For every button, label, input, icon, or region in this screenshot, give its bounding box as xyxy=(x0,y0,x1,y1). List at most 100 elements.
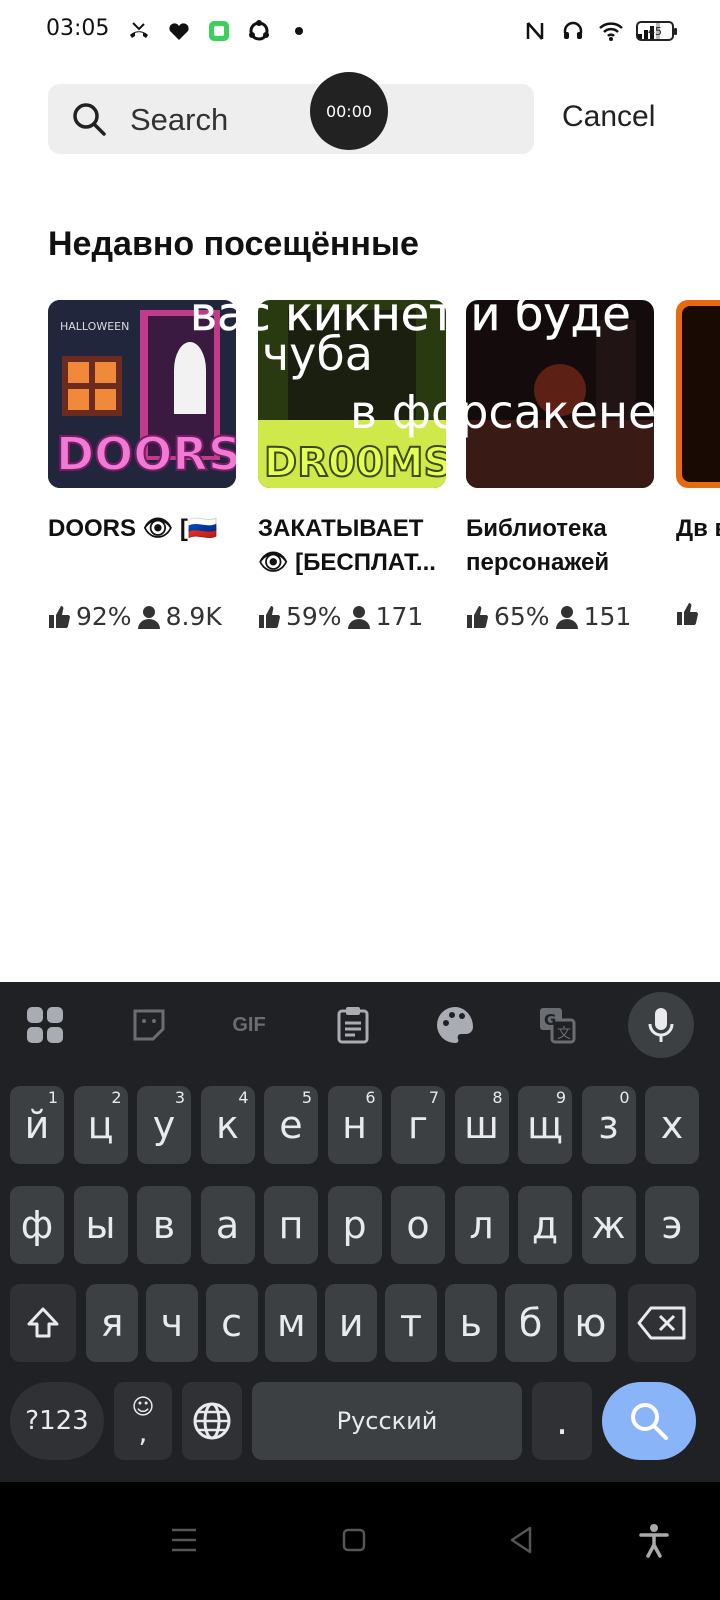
space-key[interactable]: Русский xyxy=(252,1382,522,1460)
key-ю[interactable]: ю xyxy=(564,1284,617,1362)
recording-timer[interactable]: 00:00 xyxy=(310,72,388,150)
symbols-key[interactable]: ?123 xyxy=(10,1382,104,1460)
key-label: х xyxy=(660,1103,684,1147)
key-label: с xyxy=(221,1301,243,1345)
key-г[interactable]: г7 xyxy=(391,1086,445,1164)
key-number-hint: 2 xyxy=(111,1088,122,1107)
player-count: 151 xyxy=(583,602,632,631)
sync-icon xyxy=(246,18,272,44)
battery-icon: 45 xyxy=(636,21,677,41)
key-number-hint: 8 xyxy=(492,1088,503,1107)
menu-icon[interactable] xyxy=(166,1522,202,1558)
voice-input-button[interactable] xyxy=(628,992,694,1058)
keyboard: GIF G文 ?123 ☺ , Русский . й1ц2у3к4е5н6г7… xyxy=(0,982,720,1482)
thumb-subtitle: HALLOWEEN xyxy=(60,320,129,333)
key-label: л xyxy=(469,1203,494,1247)
key-й[interactable]: й1 xyxy=(10,1086,64,1164)
sticker-icon[interactable] xyxy=(128,1004,170,1046)
key-ч[interactable]: ч xyxy=(145,1284,198,1362)
experience-card-dreams[interactable]: DR00MS ЗАКАТЫВАЕТ 👁 [БЕСПЛАТ... 59% 171 xyxy=(258,300,446,631)
key-label: щ xyxy=(527,1103,563,1147)
home-icon[interactable] xyxy=(336,1522,372,1558)
key-ы[interactable]: ы xyxy=(73,1186,128,1264)
key-ж[interactable]: ж xyxy=(581,1186,636,1264)
notification-icons xyxy=(126,18,312,44)
key-ш[interactable]: ш8 xyxy=(454,1086,509,1164)
shift-key[interactable] xyxy=(10,1284,76,1362)
key-щ[interactable]: щ9 xyxy=(518,1086,572,1164)
navigation-bar xyxy=(0,1482,720,1600)
key-т[interactable]: т xyxy=(385,1284,437,1362)
key-label: й xyxy=(24,1103,50,1147)
experience-card-doors[interactable]: HALLOWEEN DOORS DOORS 👁 [🇷🇺 92% 8.9K xyxy=(48,300,236,631)
app-icon xyxy=(206,18,232,44)
clipboard-icon[interactable] xyxy=(332,1004,374,1046)
accessibility-icon[interactable] xyxy=(636,1522,672,1558)
key-в[interactable]: в xyxy=(137,1186,191,1264)
key-я[interactable]: я xyxy=(86,1284,138,1362)
key-э[interactable]: э xyxy=(645,1186,699,1264)
experience-card-library[interactable]: Библиотека персонажей 65% 151 xyxy=(466,300,654,631)
keyboard-toolbar: GIF G文 xyxy=(0,982,720,1068)
translate-icon[interactable]: G文 xyxy=(536,1004,578,1046)
search-icon xyxy=(631,1403,668,1440)
key-number-hint: 1 xyxy=(47,1088,58,1107)
emoji-comma-key[interactable]: ☺ , xyxy=(114,1382,172,1460)
key-з[interactable]: з0 xyxy=(581,1086,636,1164)
key-ф[interactable]: ф xyxy=(10,1186,64,1264)
key-к[interactable]: к4 xyxy=(200,1086,255,1164)
key-р[interactable]: р xyxy=(327,1186,382,1264)
key-а[interactable]: а xyxy=(200,1186,255,1264)
back-icon[interactable] xyxy=(504,1522,540,1558)
key-label: к xyxy=(216,1103,239,1147)
experience-thumbnail xyxy=(676,300,720,488)
heart-icon xyxy=(166,18,192,44)
like-ratio: 59% xyxy=(286,602,342,631)
gif-button[interactable]: GIF xyxy=(228,1004,270,1046)
key-label: э xyxy=(661,1203,683,1247)
key-м[interactable]: м xyxy=(265,1284,318,1362)
svg-text:G: G xyxy=(544,1011,556,1029)
cancel-button[interactable]: Cancel xyxy=(562,100,655,134)
key-label: и xyxy=(338,1301,364,1345)
player-count: 171 xyxy=(375,602,424,631)
experience-card-partial[interactable]: Дв во xyxy=(676,300,720,626)
key-label: ч xyxy=(160,1301,184,1345)
player-count: 8.9K xyxy=(165,602,222,631)
backspace-key[interactable] xyxy=(628,1284,696,1362)
experience-thumbnail xyxy=(466,300,654,488)
key-и[interactable]: и xyxy=(325,1284,378,1362)
key-label: в xyxy=(152,1203,176,1247)
search-input[interactable]: Search xyxy=(48,84,534,154)
recently-visited-title: Недавно посещённые xyxy=(48,225,419,263)
key-number-hint: 0 xyxy=(619,1088,630,1107)
key-ь[interactable]: ь xyxy=(444,1284,497,1362)
palette-icon[interactable] xyxy=(434,1004,476,1046)
key-label: о xyxy=(406,1203,430,1247)
key-х[interactable]: х xyxy=(645,1086,699,1164)
key-label: я xyxy=(100,1301,124,1345)
key-н[interactable]: н6 xyxy=(327,1086,382,1164)
key-д[interactable]: д xyxy=(518,1186,572,1264)
microphone-icon xyxy=(648,1008,674,1042)
experience-stats: 92% 8.9K xyxy=(48,602,236,631)
key-ц[interactable]: ц2 xyxy=(73,1086,128,1164)
key-п[interactable]: п xyxy=(264,1186,318,1264)
key-с[interactable]: с xyxy=(205,1284,258,1362)
svg-text:文: 文 xyxy=(557,1026,571,1042)
missed-call-icon xyxy=(126,18,152,44)
apps-grid-icon[interactable] xyxy=(24,1004,66,1046)
key-label: м xyxy=(277,1301,306,1345)
search-action-key[interactable] xyxy=(602,1382,696,1460)
period-key[interactable]: . xyxy=(532,1382,592,1460)
key-б[interactable]: б xyxy=(504,1284,557,1362)
key-л[interactable]: л xyxy=(454,1186,509,1264)
key-number-hint: 4 xyxy=(238,1088,249,1107)
thumbs-up-icon xyxy=(48,605,70,629)
globe-icon xyxy=(193,1402,231,1440)
key-е[interactable]: е5 xyxy=(264,1086,318,1164)
key-о[interactable]: о xyxy=(391,1186,445,1264)
language-switch-key[interactable] xyxy=(182,1382,242,1460)
key-у[interactable]: у3 xyxy=(137,1086,191,1164)
key-label: а xyxy=(215,1203,240,1247)
